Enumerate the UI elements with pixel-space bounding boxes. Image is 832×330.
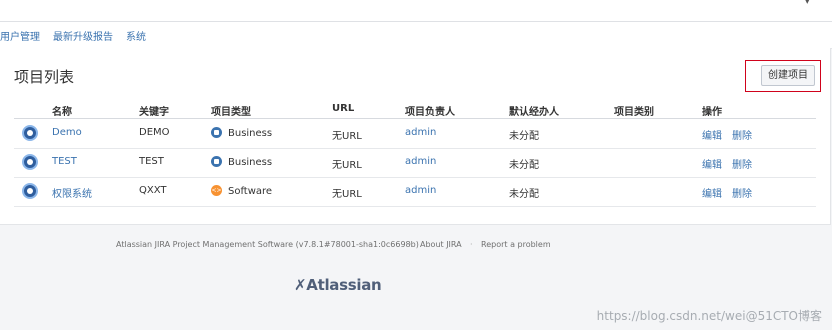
column-header-category[interactable]: 项目类别 — [614, 103, 654, 118]
column-header-actions: 操作 — [702, 107, 722, 118]
project-type: Business — [211, 127, 272, 139]
footer-version-text: Atlassian JIRA Project Management Softwa… — [116, 240, 419, 249]
project-type-label: Software — [228, 186, 273, 197]
project-list-panel: 项目列表 创建项目 名称 关键字 项目类型 URL 项目负责人 默认经办人 项目… — [0, 48, 831, 225]
column-header-lead[interactable]: 项目负责人 — [405, 103, 455, 118]
top-header-bar: ▾ — [0, 0, 832, 22]
edit-link[interactable]: 编辑 — [702, 185, 722, 200]
project-default-assignee: 未分配 — [509, 189, 539, 200]
project-url: 无URL — [332, 189, 362, 200]
project-key: QXXT — [139, 185, 167, 196]
project-type: Business — [211, 156, 272, 168]
delete-link[interactable]: 删除 — [732, 156, 752, 171]
footer-separator: · — [409, 240, 412, 249]
project-url: 无URL — [332, 131, 362, 142]
table-row: TEST TEST Business 无URL admin 未分配 编辑 删除 — [14, 148, 816, 178]
column-header-type[interactable]: 项目类型 — [211, 103, 251, 118]
atlassian-logo-icon: ✗ — [294, 276, 307, 294]
column-header-default-assignee: 默认经办人 — [509, 107, 559, 118]
column-header-url: URL — [332, 103, 355, 114]
project-lead-link[interactable]: admin — [405, 156, 436, 167]
edit-link[interactable]: 编辑 — [702, 127, 722, 142]
chevron-down-icon[interactable]: ▾ — [804, 0, 810, 7]
create-project-button[interactable]: 创建项目 — [761, 65, 815, 86]
footer-report-problem-link[interactable]: Report a problem — [481, 240, 551, 249]
project-type: Software — [211, 184, 273, 197]
project-default-assignee: 未分配 — [509, 160, 539, 171]
nav-item-upgrade-report[interactable]: 最新升级报告 — [53, 28, 113, 43]
business-icon — [211, 127, 222, 138]
project-type-label: Business — [228, 128, 273, 139]
column-header-name[interactable]: 名称 — [52, 103, 72, 118]
project-key: DEMO — [139, 127, 170, 138]
atlassian-logo[interactable]: ✗Atlassian — [294, 276, 382, 294]
nav-item-system[interactable]: 系统 — [126, 28, 146, 43]
delete-link[interactable]: 删除 — [732, 127, 752, 142]
software-icon — [211, 184, 222, 197]
footer-about-link[interactable]: About JIRA — [420, 240, 462, 249]
admin-subnav: 用户管理 最新升级报告 系统 — [0, 22, 832, 49]
nav-item-user-management[interactable]: 用户管理 — [0, 28, 40, 43]
column-header-key[interactable]: 关键字 — [139, 103, 169, 118]
project-name-link[interactable]: TEST — [52, 156, 77, 167]
footer-separator: · — [470, 240, 473, 249]
project-name-link[interactable]: Demo — [52, 127, 82, 138]
project-type-label: Business — [228, 157, 273, 168]
project-avatar-icon[interactable] — [22, 183, 38, 199]
project-url: 无URL — [332, 160, 362, 171]
business-icon — [211, 156, 222, 167]
project-name-link[interactable]: 权限系统 — [52, 185, 92, 200]
project-key: TEST — [139, 156, 164, 167]
atlassian-logo-text: Atlassian — [306, 276, 382, 294]
edit-link[interactable]: 编辑 — [702, 156, 722, 171]
page-title: 项目列表 — [14, 68, 75, 86]
project-lead-link[interactable]: admin — [405, 127, 436, 138]
project-default-assignee: 未分配 — [509, 131, 539, 142]
delete-link[interactable]: 删除 — [732, 185, 752, 200]
project-avatar-icon[interactable] — [22, 125, 38, 141]
watermark-text: https://blog.csdn.net/wei@51CTO博客 — [596, 309, 822, 323]
project-lead-link[interactable]: admin — [405, 185, 436, 196]
project-avatar-icon[interactable] — [22, 154, 38, 170]
table-row: Demo DEMO Business 无URL admin 未分配 编辑 删除 — [14, 119, 816, 149]
table-row: 权限系统 QXXT Software 无URL admin 未分配 编辑 删除 — [14, 177, 816, 207]
